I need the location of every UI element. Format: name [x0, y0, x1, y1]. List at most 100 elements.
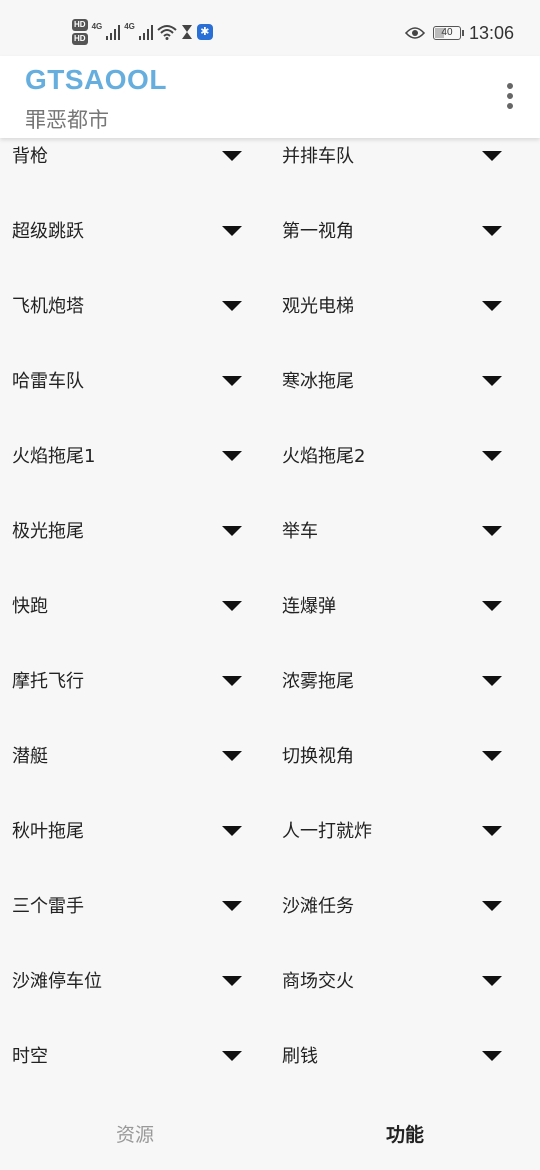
tab-features[interactable]: 功能: [270, 1120, 540, 1147]
dropdown-arrow-icon[interactable]: [222, 676, 242, 686]
dropdown-item-label: 商场交火: [282, 971, 354, 992]
dropdown-item[interactable]: 沙滩任务: [270, 868, 530, 943]
dropdown-item[interactable]: 时空: [0, 1018, 260, 1093]
list-row: 快跑 连爆弹: [0, 568, 540, 643]
dropdown-item[interactable]: 寒冰拖尾: [270, 343, 530, 418]
battery-icon: 40: [432, 26, 464, 40]
dropdown-item[interactable]: 举车: [270, 493, 530, 568]
dropdown-item[interactable]: 极光拖尾: [0, 493, 260, 568]
list-row: 超级跳跃 第一视角: [0, 193, 540, 268]
hd-badges: HD HD: [72, 19, 88, 45]
signal-icon: [106, 25, 121, 40]
dropdown-arrow-icon[interactable]: [482, 601, 502, 611]
dropdown-arrow-icon[interactable]: [222, 826, 242, 836]
dropdown-item[interactable]: 商场交火: [270, 943, 530, 1018]
dropdown-item[interactable]: 浓雾拖尾: [270, 643, 530, 718]
dropdown-arrow-icon[interactable]: [482, 901, 502, 911]
dropdown-arrow-icon[interactable]: [482, 151, 502, 161]
dropdown-arrow-icon[interactable]: [222, 976, 242, 986]
list-row: 沙滩停车位 商场交火: [0, 943, 540, 1018]
dropdown-item-label: 刷钱: [282, 1046, 318, 1067]
dropdown-item[interactable]: 观光电梯: [270, 268, 530, 343]
dropdown-arrow-icon[interactable]: [482, 226, 502, 236]
status-left-icons: HD HD 4G 4G ✱: [72, 14, 213, 50]
dropdown-arrow-icon[interactable]: [222, 601, 242, 611]
dropdown-arrow-icon[interactable]: [222, 451, 242, 461]
dropdown-item[interactable]: 超级跳跃: [0, 193, 260, 268]
dropdown-arrow-icon[interactable]: [482, 301, 502, 311]
eye-icon: [404, 27, 425, 39]
dropdown-arrow-icon[interactable]: [482, 451, 502, 461]
dot: [507, 103, 513, 109]
tab-resources[interactable]: 资源: [0, 1120, 270, 1147]
dropdown-item[interactable]: 背枪: [0, 118, 260, 193]
status-bar: HD HD 4G 4G ✱ 40 13:06: [0, 0, 540, 56]
dropdown-arrow-icon[interactable]: [482, 1051, 502, 1061]
dropdown-item[interactable]: 哈雷车队: [0, 343, 260, 418]
dropdown-arrow-icon[interactable]: [482, 751, 502, 761]
dropdown-arrow-icon[interactable]: [222, 301, 242, 311]
dropdown-arrow-icon[interactable]: [222, 151, 242, 161]
signal-icon: [138, 25, 153, 40]
dropdown-item[interactable]: 刷钱: [270, 1018, 530, 1093]
list-row: 火焰拖尾1 火焰拖尾2: [0, 418, 540, 493]
dropdown-item[interactable]: 潜艇: [0, 718, 260, 793]
dropdown-item[interactable]: 摩托飞行: [0, 643, 260, 718]
dropdown-item[interactable]: 切换视角: [270, 718, 530, 793]
list-row: 时空 刷钱: [0, 1018, 540, 1093]
dropdown-item-label: 超级跳跃: [12, 221, 84, 242]
dropdown-item-label: 浓雾拖尾: [282, 671, 354, 692]
dropdown-item[interactable]: 飞机炮塔: [0, 268, 260, 343]
dropdown-item[interactable]: 快跑: [0, 568, 260, 643]
dropdown-arrow-icon[interactable]: [482, 526, 502, 536]
hourglass-icon: [181, 25, 192, 39]
battery-percentage: 40: [441, 27, 453, 38]
dropdown-arrow-icon[interactable]: [222, 901, 242, 911]
dropdown-arrow-icon[interactable]: [222, 226, 242, 236]
dropdown-item-label: 沙滩任务: [282, 896, 354, 917]
dropdown-arrow-icon[interactable]: [222, 751, 242, 761]
dropdown-item[interactable]: 人一打就炸: [270, 793, 530, 868]
dropdown-item-label: 三个雷手: [12, 896, 84, 917]
dropdown-item[interactable]: 火焰拖尾1: [0, 418, 260, 493]
dropdown-item-label: 并排车队: [282, 146, 354, 167]
dropdown-arrow-icon[interactable]: [482, 376, 502, 386]
dropdown-item-label: 连爆弹: [282, 596, 336, 617]
dropdown-item-label: 火焰拖尾2: [282, 446, 366, 467]
wifi-icon: [157, 25, 177, 40]
dropdown-item[interactable]: 并排车队: [270, 118, 530, 193]
list-row: 背枪 并排车队: [0, 118, 540, 193]
dropdown-item-label: 第一视角: [282, 221, 354, 242]
dropdown-arrow-icon[interactable]: [482, 976, 502, 986]
dropdown-item-label: 极光拖尾: [12, 521, 84, 542]
dropdown-item[interactable]: 火焰拖尾2: [270, 418, 530, 493]
network-type-label: 4G: [124, 21, 135, 31]
dropdown-item[interactable]: 第一视角: [270, 193, 530, 268]
list-row: 三个雷手 沙滩任务: [0, 868, 540, 943]
dropdown-item-label: 哈雷车队: [12, 371, 84, 392]
list-row: 摩托飞行 浓雾拖尾: [0, 643, 540, 718]
dropdown-item[interactable]: 三个雷手: [0, 868, 260, 943]
dropdown-arrow-icon[interactable]: [482, 676, 502, 686]
hd-icon: HD: [72, 19, 88, 31]
overflow-menu-icon[interactable]: [502, 80, 518, 112]
dropdown-item-label: 飞机炮塔: [12, 296, 84, 317]
dropdown-item-label: 时空: [12, 1046, 48, 1067]
dropdown-arrow-icon[interactable]: [222, 526, 242, 536]
list-row: 秋叶拖尾 人一打就炸: [0, 793, 540, 868]
dropdown-arrow-icon[interactable]: [482, 826, 502, 836]
dropdown-item-label: 切换视角: [282, 746, 354, 767]
list-row: 潜艇 切换视角: [0, 718, 540, 793]
bottom-navigation: 资源 功能: [0, 1098, 540, 1170]
dropdown-item-label: 寒冰拖尾: [282, 371, 354, 392]
dropdown-item[interactable]: 连爆弹: [270, 568, 530, 643]
list-row: 飞机炮塔 观光电梯: [0, 268, 540, 343]
dropdown-item[interactable]: 秋叶拖尾: [0, 793, 260, 868]
dropdown-arrow-icon[interactable]: [222, 376, 242, 386]
dropdown-item[interactable]: 沙滩停车位: [0, 943, 260, 1018]
dropdown-item-label: 背枪: [12, 146, 48, 167]
dropdown-arrow-icon[interactable]: [222, 1051, 242, 1061]
status-right-icons: 40 13:06: [404, 18, 514, 48]
list-row: 哈雷车队 寒冰拖尾: [0, 343, 540, 418]
dropdown-item-label: 秋叶拖尾: [12, 821, 84, 842]
